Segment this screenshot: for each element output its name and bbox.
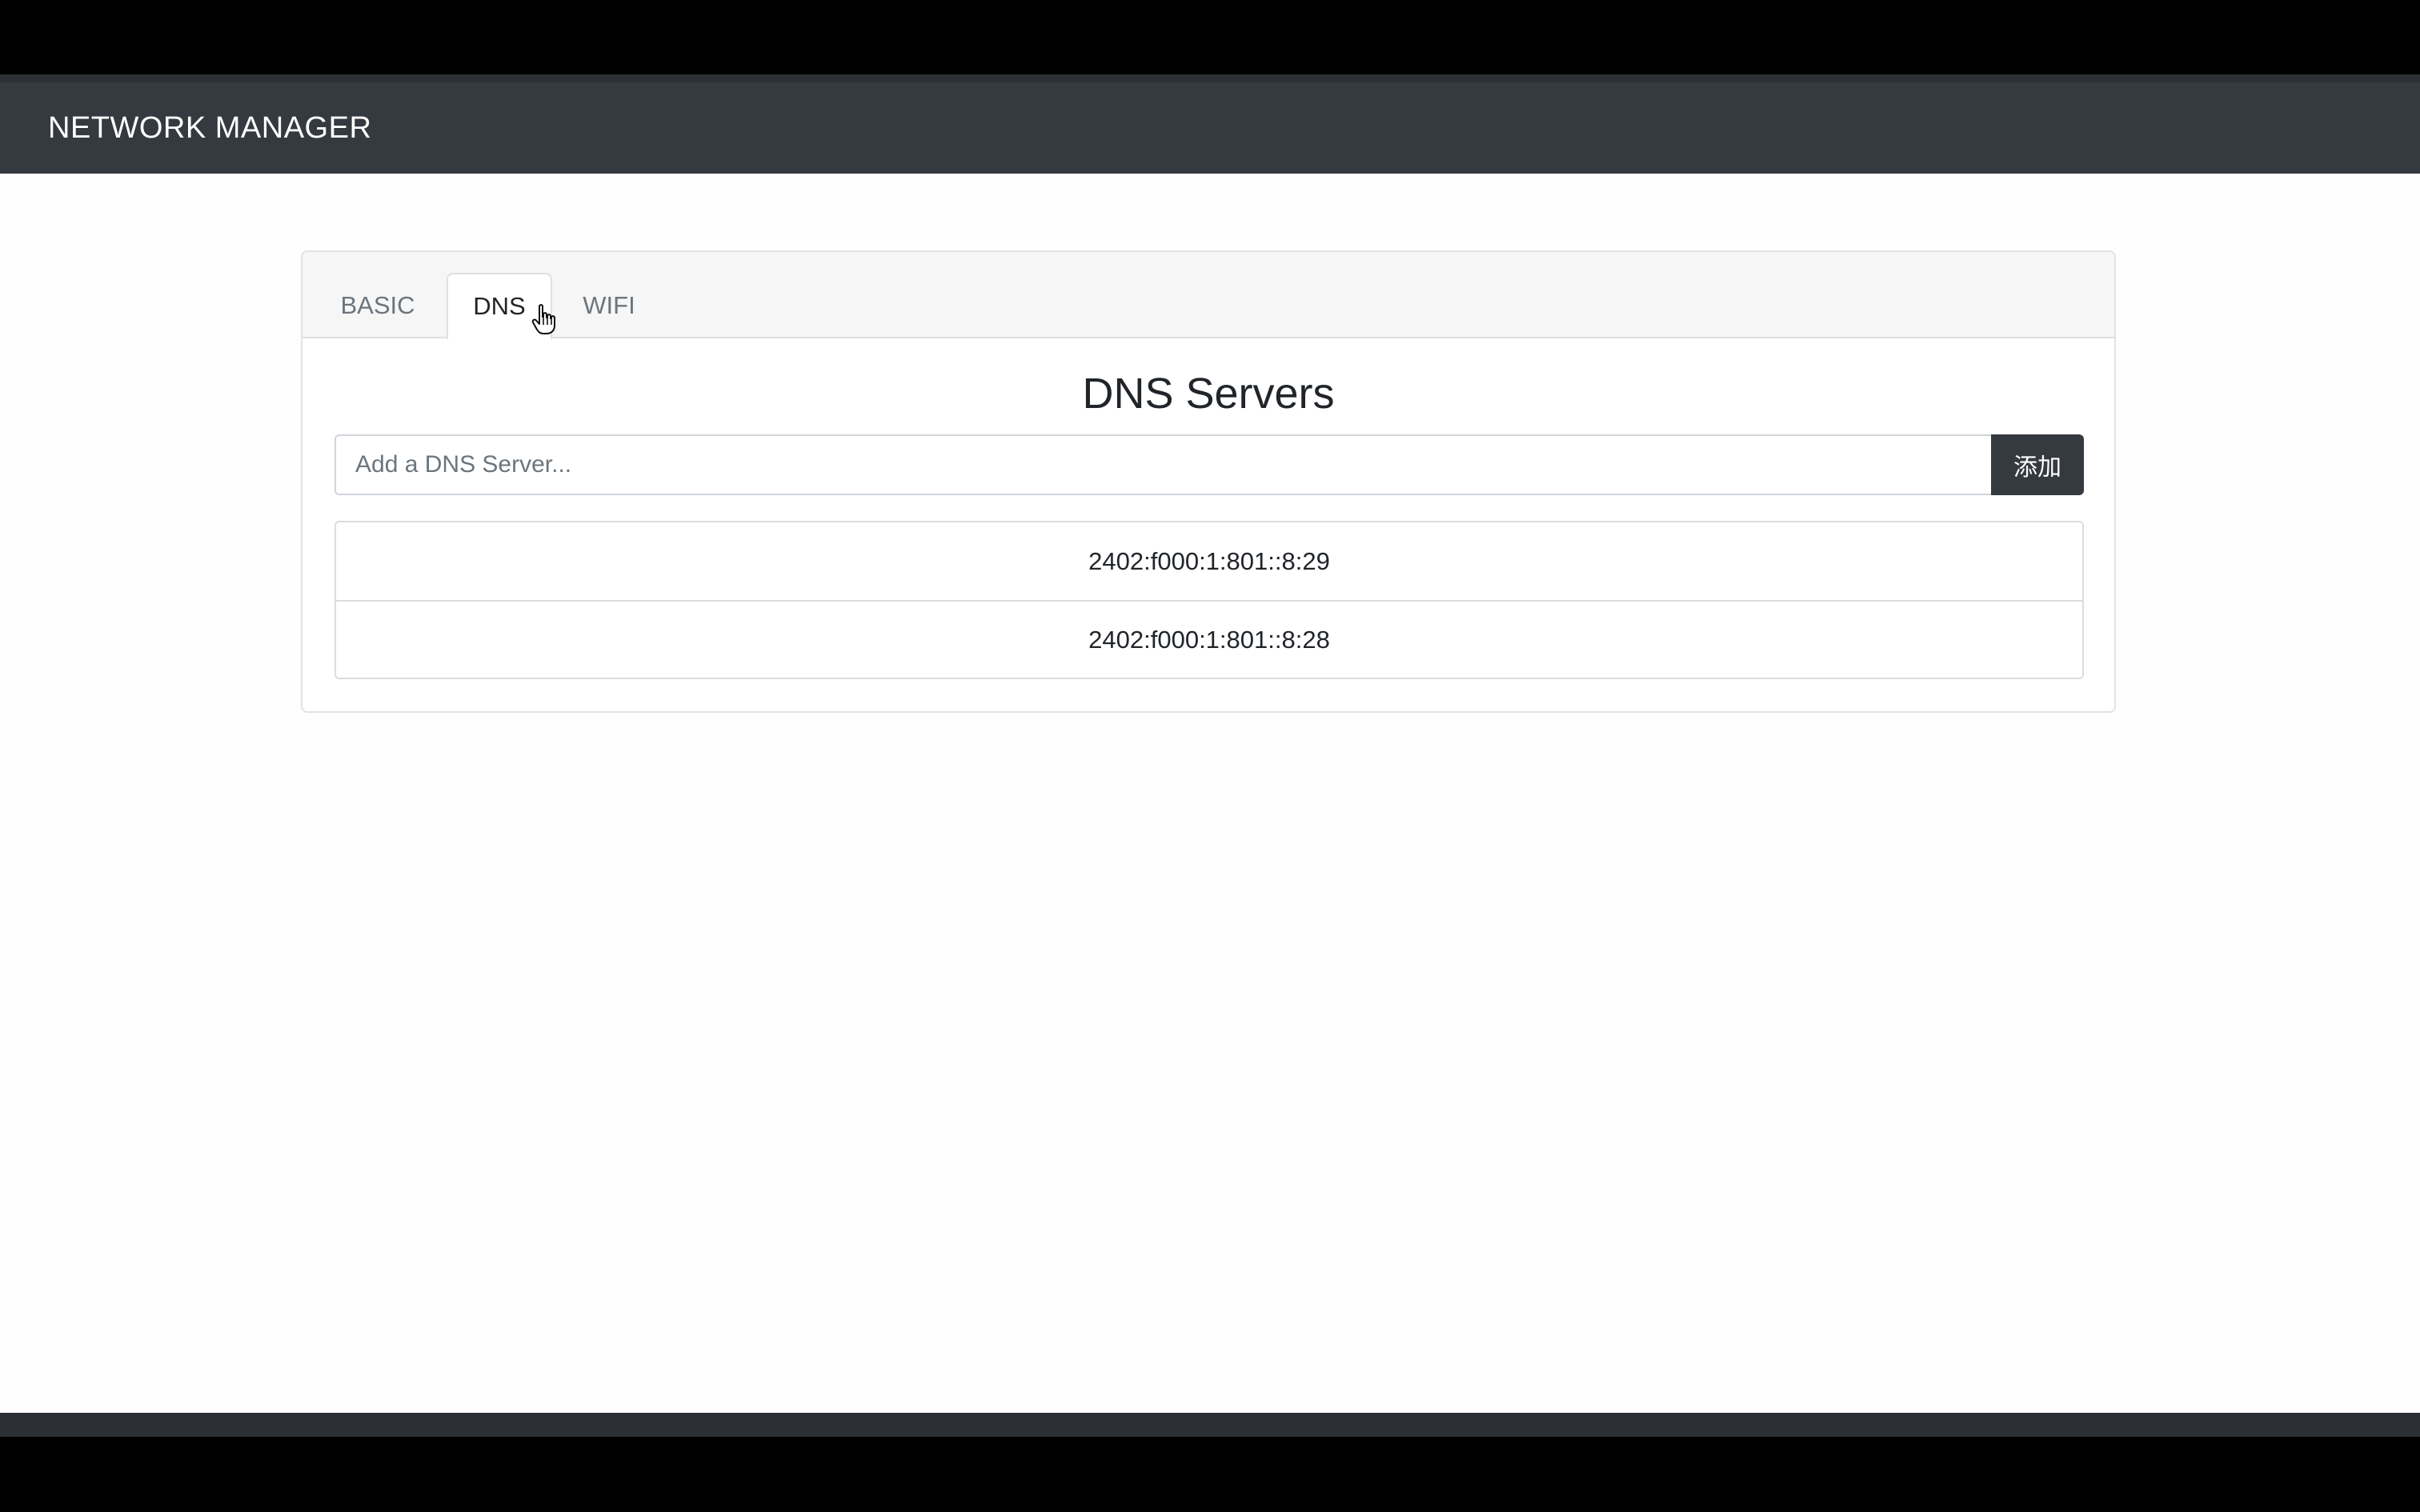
navbar-brand[interactable]: NETWORK MANAGER xyxy=(48,111,371,146)
dns-servers-title: DNS Servers xyxy=(1082,370,1335,418)
hand-pointer-icon xyxy=(531,304,555,334)
dns-server-list: 2402:f000:1:801::8:29 2402:f000:1:801::8… xyxy=(335,521,2084,679)
dns-server-item[interactable]: 2402:f000:1:801::8:28 xyxy=(336,600,2082,678)
bottom-letterbox xyxy=(0,1437,2420,1512)
top-edge xyxy=(0,74,2420,82)
navbar: NETWORK MANAGER xyxy=(0,82,2420,174)
dns-server-item[interactable]: 2402:f000:1:801::8:29 xyxy=(336,522,2082,600)
bottom-edge xyxy=(0,1413,2420,1437)
top-letterbox xyxy=(0,0,2420,74)
add-dns-input-group: 添加 xyxy=(335,434,2084,495)
main-content: BASIC DNS WIFI DNS Servers 添加 2402:f000:… xyxy=(0,174,2420,1413)
tab-wifi[interactable]: WIFI xyxy=(557,273,661,338)
tab-bar: BASIC DNS WIFI xyxy=(302,252,2114,340)
add-button[interactable]: 添加 xyxy=(1991,434,2084,495)
screen: NETWORK MANAGER BASIC DNS WIFI DNS Serve… xyxy=(0,0,2420,1512)
dns-server-input[interactable] xyxy=(335,434,1991,495)
settings-card: BASIC DNS WIFI DNS Servers 添加 2402:f000:… xyxy=(301,250,2116,713)
tab-basic[interactable]: BASIC xyxy=(317,273,439,338)
